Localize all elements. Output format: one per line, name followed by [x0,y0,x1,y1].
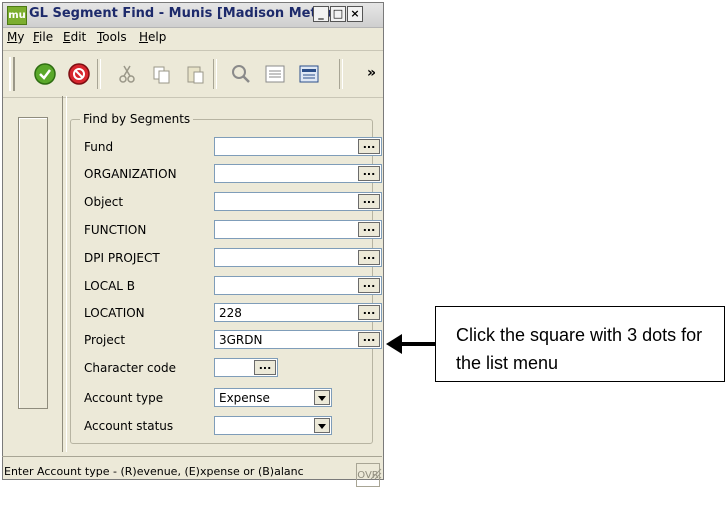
panel-splitter[interactable] [62,96,67,452]
toolbar-separator [213,59,217,89]
account-type-select[interactable]: Expense [214,388,332,407]
organization-lookup-button[interactable]: ... [358,166,380,181]
toolbar-separator [97,59,101,89]
copy-icon[interactable] [149,62,173,86]
paste-icon[interactable] [183,62,207,86]
menu-edit[interactable]: Edit [63,30,86,44]
cut-icon[interactable] [115,62,139,86]
status-bar: Enter Account type - (R)evenue, (E)xpens… [2,456,382,487]
project-input[interactable]: 3GRDN... [214,330,382,349]
project-lookup-button[interactable]: ... [358,332,380,347]
browse-icon[interactable] [263,62,287,86]
callout-arrow-line [400,342,436,346]
field-label-local-b: LOCAL B [84,279,136,293]
menu-file[interactable]: File [33,30,53,44]
dpi-project-input[interactable]: ... [214,248,382,267]
object-input[interactable]: ... [214,192,382,211]
field-label-organization: ORGANIZATION [84,167,177,181]
munis-app-icon: mu [7,6,27,25]
local-b-input[interactable]: ... [214,276,382,295]
accept-icon[interactable] [33,62,57,86]
character-code-input[interactable]: ... [214,358,278,377]
group-title: Find by Segments [80,112,194,126]
close-button[interactable]: × [347,6,363,22]
menu-help[interactable]: Help [139,30,166,44]
menu-tools[interactable]: Tools [97,30,127,44]
window-title: GL Segment Find - Munis [Madison Metro..… [29,6,347,21]
field-label-fund: Fund [84,140,114,154]
toolbar-separator [339,59,343,89]
chevron-down-icon[interactable] [314,390,330,405]
fund-input[interactable]: ... [214,137,382,156]
local-b-lookup-button[interactable]: ... [358,278,380,293]
title-bar[interactable]: mu GL Segment Find - Munis [Madison Metr… [3,3,383,28]
field-label-account-type: Account type [84,391,164,405]
project-value: 3GRDN [219,333,263,347]
fund-lookup-button[interactable]: ... [358,139,380,154]
function-lookup-button[interactable]: ... [358,222,380,237]
field-label-function: FUNCTION [84,223,147,237]
menu-my[interactable]: My [7,30,24,44]
object-lookup-button[interactable]: ... [358,194,380,209]
account-type-value: Expense [219,391,270,405]
field-label-account-status: Account status [84,419,174,433]
toolbar: » [3,50,383,98]
location-lookup-button[interactable]: ... [358,305,380,320]
list-icon[interactable] [297,62,321,86]
function-input[interactable]: ... [214,220,382,239]
dpi-project-lookup-button[interactable]: ... [358,250,380,265]
chevron-down-icon[interactable] [314,418,330,433]
field-label-project: Project [84,333,126,347]
field-label-character-code: Character code [84,361,176,375]
location-value: 228 [219,306,242,320]
field-label-dpi-project: DPI PROJECT [84,251,160,265]
organization-input[interactable]: ... [214,164,382,183]
side-panel [18,117,48,409]
location-input[interactable]: 228... [214,303,382,322]
field-label-object: Object [84,195,124,209]
menu-bar: My File Edit Tools Help [3,28,383,48]
callout-text: Click the square with 3 dots for the lis… [456,325,703,373]
toolbar-overflow-button[interactable]: » [367,65,376,81]
toolbar-grip[interactable] [9,57,15,91]
maximize-button[interactable]: □ [330,6,346,22]
status-message: Enter Account type - (R)evenue, (E)xpens… [4,465,304,478]
search-icon[interactable] [229,62,253,86]
minimize-button[interactable]: _ [313,6,329,22]
cancel-icon[interactable] [67,62,91,86]
field-label-location: LOCATION [84,306,145,320]
resize-grip-icon[interactable] [368,466,382,480]
account-status-select[interactable] [214,416,332,435]
annotation-callout: Click the square with 3 dots for the lis… [435,306,725,382]
character-code-lookup-button[interactable]: ... [254,360,276,375]
